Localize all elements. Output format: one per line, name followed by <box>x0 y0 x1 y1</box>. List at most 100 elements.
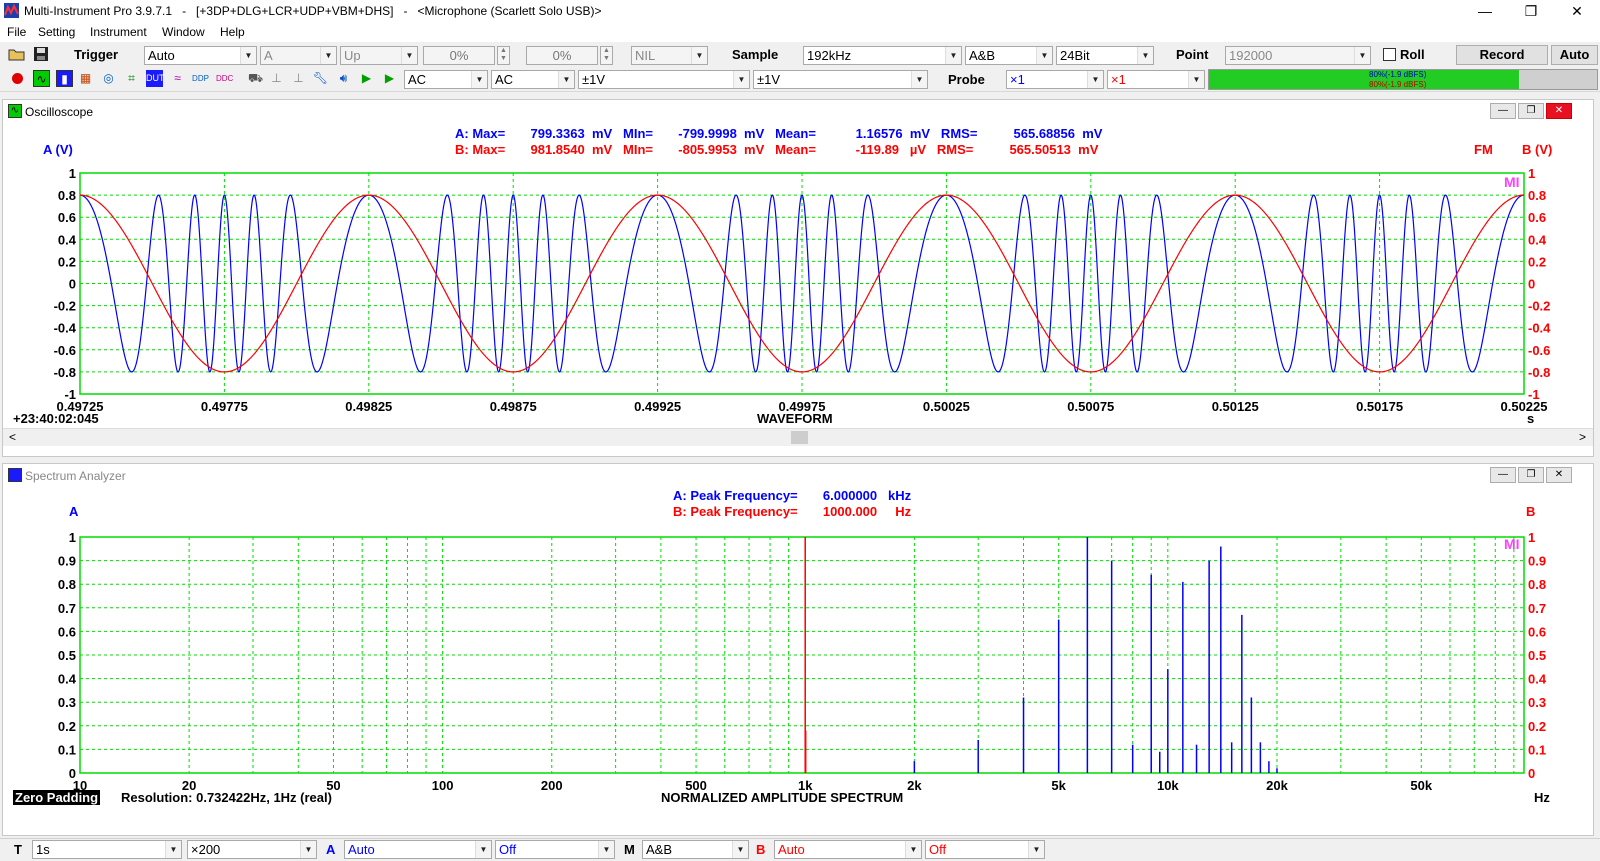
b-mode-select[interactable]: Off ▼ <box>925 840 1045 859</box>
y-tick-label-a: 1 <box>69 530 76 545</box>
scroll-left-icon[interactable]: < <box>9 430 16 444</box>
channels-select[interactable]: A&B ▼ <box>965 46 1053 65</box>
oscilloscope-plot[interactable]: 1 1 0.8 0.8 0.6 0.6 0.4 0.4 0.2 0.2 0 0 -0.2 -0.2 -0.4… <box>3 100 1593 456</box>
y-tick-label-b: 0.3 <box>1528 695 1546 710</box>
points-select[interactable]: 192000 ▼ <box>1225 46 1371 65</box>
play-icon[interactable]: ▶ <box>358 70 375 87</box>
channel-b-calibrate-icon[interactable]: ⊥ <box>290 70 307 87</box>
trigger-level-field[interactable]: 0% <box>423 46 495 65</box>
play-step-icon[interactable]: ▶ <box>381 70 398 87</box>
b-label: B <box>756 842 766 857</box>
menu-setting[interactable]: Setting <box>38 25 75 39</box>
pretrigger-spinner-icon[interactable]: ▲ ▼ <box>600 46 613 65</box>
signal-generator-icon[interactable]: ≈ <box>169 70 186 87</box>
b-mode-value: Off <box>929 842 947 857</box>
trigger-edge-select[interactable]: Up ▼ <box>340 46 418 65</box>
zero-padding-badge[interactable]: Zero Padding <box>13 790 101 805</box>
trigger-mode-select[interactable]: Auto ▼ <box>144 46 257 65</box>
menu-file[interactable]: File <box>7 25 26 39</box>
chevron-down-icon: ▼ <box>1087 71 1103 88</box>
menu-window[interactable]: Window <box>162 25 205 39</box>
m-select[interactable]: A&B ▼ <box>642 840 749 859</box>
menu-help[interactable]: Help <box>220 25 245 39</box>
points-value: 192000 <box>1229 48 1273 63</box>
zoom-select[interactable]: ×200 ▼ <box>187 840 317 859</box>
y-tick-label-a: -0.2 <box>54 299 76 314</box>
range-b-value: ±1V <box>757 72 781 87</box>
ddp-viewer-icon[interactable]: DDP <box>192 70 209 87</box>
roll-checkbox[interactable] <box>1383 48 1396 61</box>
multimeter-icon[interactable]: ⌗ <box>123 70 140 87</box>
spectrogram-icon[interactable]: ▦ <box>77 70 94 87</box>
toolbar-acquisition: Trigger Auto ▼ A ▼ Up ▼ 0% ▲ ▼ 0% ▲ ▼ NIL ▼ Sa… <box>0 43 1600 68</box>
x-tick-label: 2k <box>907 778 922 793</box>
a-scale-value: Auto <box>348 842 375 857</box>
oscilloscope-window: ∿ Oscilloscope — ❐ ✕ A: Max= 799.3363 mV… <box>2 99 1594 457</box>
chevron-down-icon: ▼ <box>471 71 487 88</box>
sample-label: Sample <box>732 47 779 62</box>
scrollbar-thumb[interactable] <box>791 431 808 444</box>
x-tick-label: 10k <box>1157 778 1179 793</box>
menu-instrument[interactable]: Instrument <box>90 25 147 39</box>
horizontal-scrollbar[interactable]: < > <box>3 428 1593 446</box>
minimize-icon[interactable]: — <box>1462 0 1508 22</box>
x-tick-label: 200 <box>541 778 563 793</box>
bit-depth-select[interactable]: 24Bit ▼ <box>1056 46 1154 65</box>
open-folder-icon[interactable] <box>8 46 26 62</box>
input-level-meter: 80%(-1.9 dBFS) 80%(-1.9 dBFS) <box>1208 69 1598 90</box>
maximize-icon[interactable]: ❐ <box>1508 0 1554 22</box>
x-tick-label: 0.49925 <box>634 399 681 414</box>
device-test-icon[interactable]: ⛟ <box>247 70 264 87</box>
channel-a-calibrate-icon[interactable]: ⊥ <box>268 70 285 87</box>
spectrum-analyzer-icon[interactable]: ▮ <box>56 70 73 87</box>
dut-test-icon[interactable]: DUT <box>146 70 165 87</box>
y-tick-label-a: 0.4 <box>58 672 77 687</box>
speaker-icon[interactable]: 🔊︎ <box>335 70 352 87</box>
y-tick-label-a: 0.3 <box>58 695 76 710</box>
probe-a-select[interactable]: ×1 ▼ <box>1006 70 1104 89</box>
y-tick-label-b: -0.2 <box>1528 299 1550 314</box>
level-spinner-icon[interactable]: ▲ ▼ <box>497 46 510 65</box>
coupling-a-select[interactable]: AC ▼ <box>404 70 488 89</box>
close-icon[interactable]: ✕ <box>1554 0 1600 22</box>
scroll-right-icon[interactable]: > <box>1579 430 1586 444</box>
coupling-b-select[interactable]: AC ▼ <box>491 70 575 89</box>
b-scale-select[interactable]: Auto ▼ <box>774 840 922 859</box>
save-icon[interactable] <box>33 46 49 62</box>
trigger-source-select[interactable]: A ▼ <box>260 46 337 65</box>
x-tick-label: 0.50025 <box>923 399 970 414</box>
y-tick-label-b: 0.6 <box>1528 210 1546 225</box>
probe-b-select[interactable]: ×1 ▼ <box>1107 70 1205 89</box>
m-value: A&B <box>646 842 673 857</box>
time-base-select[interactable]: 1s ▼ <box>32 840 182 859</box>
y-tick-label-b: 0.9 <box>1528 554 1546 569</box>
record-button[interactable]: Record <box>1456 45 1548 65</box>
chevron-down-icon: ▼ <box>732 841 748 858</box>
trigger-nil-select[interactable]: NIL ▼ <box>631 46 708 65</box>
record-dot-icon[interactable] <box>9 70 26 87</box>
y-tick-label-b: 0 <box>1528 766 1535 781</box>
x-tick-label: 0.49825 <box>345 399 392 414</box>
a-scale-select[interactable]: Auto ▼ <box>344 840 492 859</box>
auto-button[interactable]: Auto <box>1551 45 1598 65</box>
y-tick-label-a: 0.9 <box>58 554 76 569</box>
wrench-icon[interactable]: 🔧︎ <box>312 70 329 87</box>
pretrigger-field[interactable]: 0% <box>526 46 598 65</box>
ddc-icon[interactable]: DDC <box>216 70 233 87</box>
y-tick-label-b: 0.6 <box>1528 624 1546 639</box>
chevron-down-icon: ▼ <box>300 841 316 858</box>
range-a-select[interactable]: ±1V ▼ <box>578 70 750 89</box>
a-mode-select[interactable]: Off ▼ <box>495 840 615 859</box>
spectrum-plot[interactable]: 0 00.1 0.10.2 0.20.3 0.30.4 0.40.5 0.50.6 0.60.… <box>3 464 1593 835</box>
probe-b-value: ×1 <box>1111 72 1126 87</box>
oscilloscope-icon[interactable]: ∿ <box>33 70 50 87</box>
y-tick-label-a: 0.6 <box>58 624 76 639</box>
y-tick-label-a: -0.4 <box>54 321 77 336</box>
spectrum-axis-title: NORMALIZED AMPLITUDE SPECTRUM <box>661 790 904 805</box>
range-b-select[interactable]: ±1V ▼ <box>753 70 928 89</box>
y-tick-label-b: 0.2 <box>1528 254 1546 269</box>
sample-rate-select[interactable]: 192kHz ▼ <box>803 46 962 65</box>
phase-plot-icon[interactable]: ◎ <box>100 70 117 87</box>
level-meter-a-text: 80%(-1.9 dBFS) <box>1369 70 1427 79</box>
y-tick-label-a: 0.1 <box>58 742 76 757</box>
